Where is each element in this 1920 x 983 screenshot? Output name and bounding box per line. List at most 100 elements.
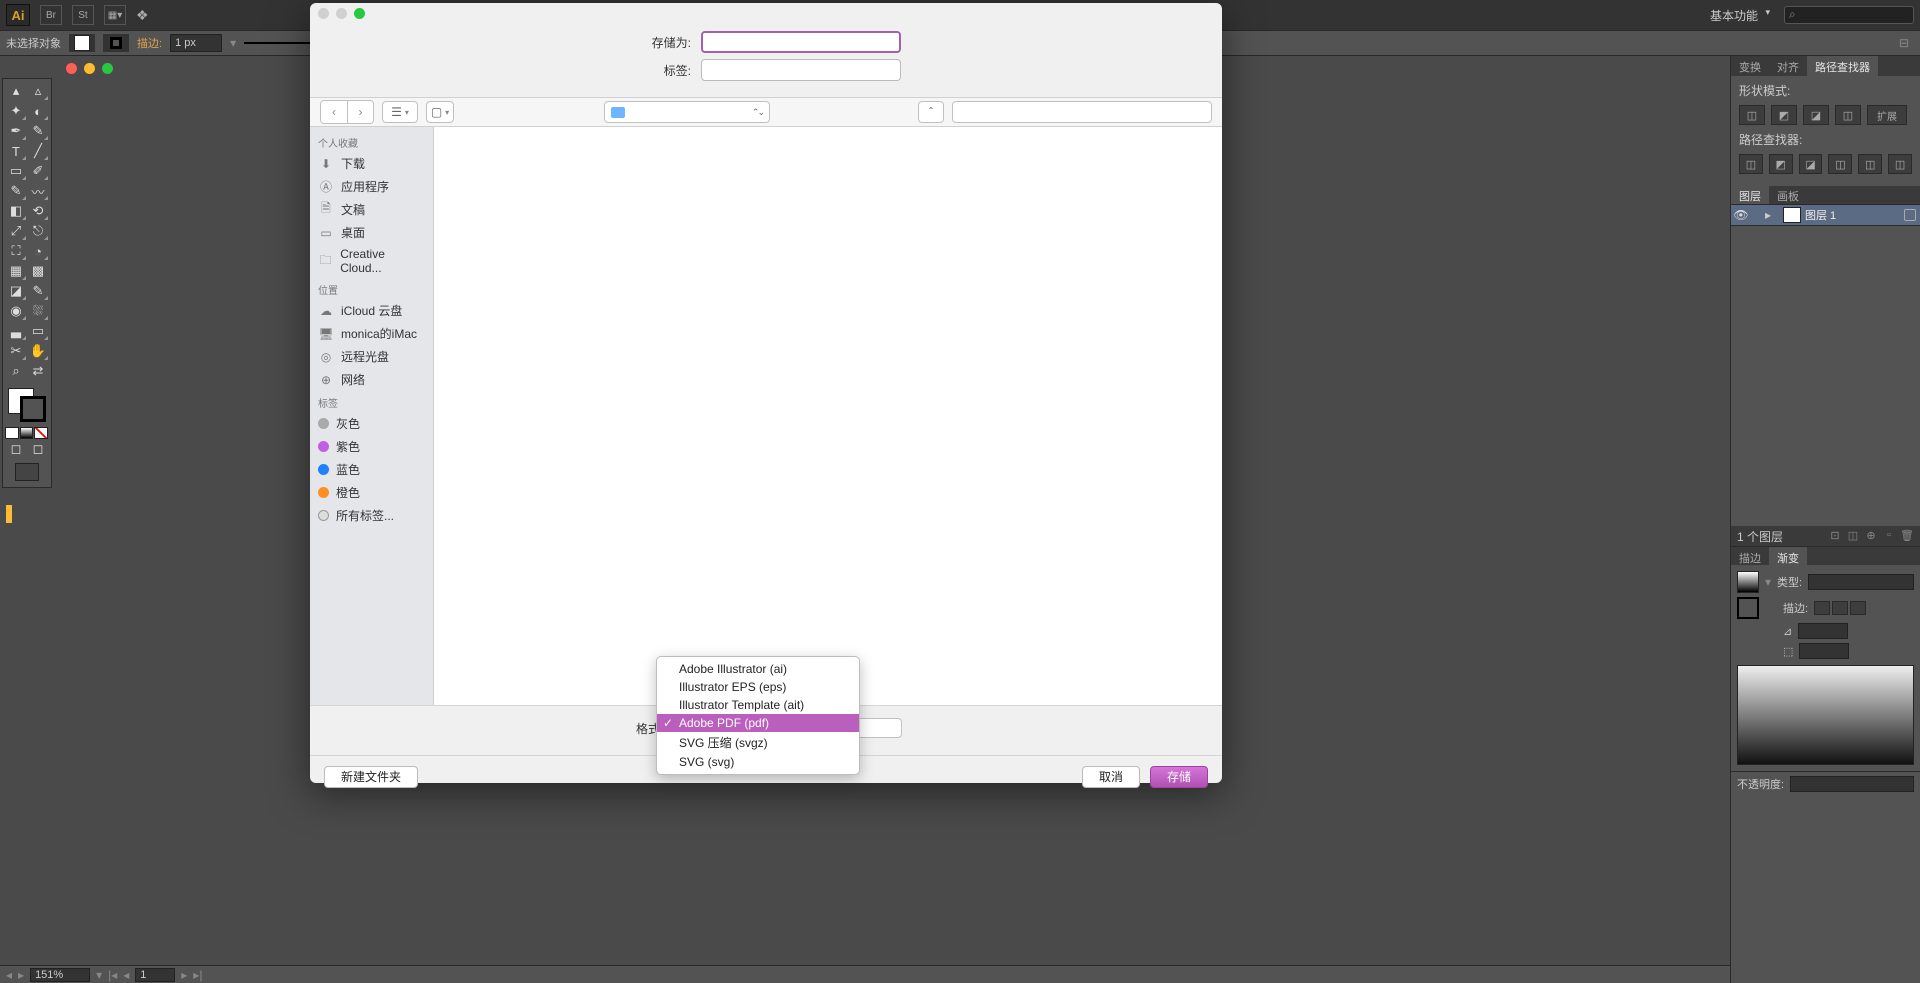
- format-option-pdf[interactable]: Adobe PDF (pdf): [657, 714, 859, 732]
- free-transform-tool[interactable]: ⛶: [5, 241, 27, 261]
- stroke-across-icon[interactable]: [1832, 601, 1848, 615]
- delete-layer-icon[interactable]: 🗑: [1900, 529, 1914, 543]
- draw-behind[interactable]: ◻: [27, 439, 49, 459]
- gradient-ramp[interactable]: [1737, 665, 1914, 765]
- controlbar-collapse[interactable]: ⊟: [1894, 36, 1914, 50]
- sidebar-item-downloads[interactable]: ⬇下载: [310, 152, 433, 175]
- unite-button[interactable]: ◫: [1739, 105, 1765, 125]
- outline-button[interactable]: ◫: [1858, 154, 1882, 174]
- dialog-minimize-icon[interactable]: [336, 8, 347, 19]
- shape-builder-tool[interactable]: ◔: [27, 241, 49, 261]
- dialog-maximize-icon[interactable]: [354, 8, 365, 19]
- sidebar-tag-gray[interactable]: 灰色: [310, 412, 433, 435]
- eraser-tool[interactable]: ◧: [5, 201, 27, 221]
- last-artboard-icon[interactable]: ▸|: [193, 968, 202, 982]
- prev-artboard-icon[interactable]: ◂: [123, 968, 129, 982]
- tab-transform[interactable]: 变换: [1731, 56, 1769, 76]
- sidebar-tag-purple[interactable]: 紫色: [310, 435, 433, 458]
- rectangle-tool[interactable]: ▭: [5, 161, 27, 181]
- draw-normal[interactable]: ◻: [5, 439, 27, 459]
- dialog-search-input[interactable]: [952, 101, 1212, 123]
- format-option-svg[interactable]: SVG (svg): [657, 753, 859, 771]
- sidebar-item-creative-cloud[interactable]: 🗀Creative Cloud...: [310, 244, 433, 278]
- tab-artboards[interactable]: 画板: [1769, 186, 1807, 204]
- blend-tool[interactable]: ◉: [5, 301, 27, 321]
- new-layer-icon[interactable]: ▫: [1882, 529, 1896, 543]
- paintbrush-tool[interactable]: ✐: [27, 161, 49, 181]
- eyedropper-tool[interactable]: ✎: [27, 281, 49, 301]
- minimize-document-icon[interactable]: [84, 63, 95, 74]
- sidebar-tag-blue[interactable]: 蓝色: [310, 458, 433, 481]
- color-mode-gradient[interactable]: [20, 427, 34, 439]
- view-mode-button[interactable]: ☰: [382, 101, 418, 123]
- artboard-nav-input[interactable]: [135, 968, 175, 982]
- save-button[interactable]: 存储: [1150, 766, 1208, 788]
- cancel-button[interactable]: 取消: [1082, 766, 1140, 788]
- trim-button[interactable]: ◩: [1769, 154, 1793, 174]
- close-document-icon[interactable]: [66, 63, 77, 74]
- direct-selection-tool[interactable]: ▵: [27, 81, 49, 101]
- hand-tool[interactable]: ✋: [27, 341, 49, 361]
- minus-back-button[interactable]: ◫: [1888, 154, 1912, 174]
- screen-mode[interactable]: [15, 463, 39, 481]
- collapse-browser-button[interactable]: ˆ: [918, 101, 944, 123]
- pencil-tool[interactable]: ✎: [5, 181, 27, 201]
- tab-layers[interactable]: 图层: [1731, 186, 1769, 204]
- layer-expand-icon[interactable]: ▸: [1765, 208, 1779, 222]
- dialog-close-icon[interactable]: [318, 8, 329, 19]
- first-artboard-icon[interactable]: |◂: [108, 968, 117, 982]
- minus-front-button[interactable]: ◩: [1771, 105, 1797, 125]
- sidebar-tag-all[interactable]: 所有标签...: [310, 504, 433, 527]
- menu-icon-st[interactable]: St: [72, 5, 94, 25]
- sidebar-item-applications[interactable]: Ⓐ应用程序: [310, 175, 433, 198]
- gradient-tool[interactable]: ◪: [5, 281, 27, 301]
- sidebar-item-icloud[interactable]: ☁iCloud 云盘: [310, 299, 433, 322]
- format-option-ait[interactable]: Illustrator Template (ait): [657, 696, 859, 714]
- stroke-color[interactable]: [20, 396, 46, 422]
- nav-forward-button[interactable]: ›: [347, 101, 373, 123]
- next-artboard-icon[interactable]: ▸: [181, 968, 187, 982]
- intersect-button[interactable]: ◪: [1803, 105, 1829, 125]
- selection-tool[interactable]: ▴: [5, 81, 27, 101]
- save-as-input[interactable]: [701, 31, 901, 53]
- tab-gradient[interactable]: 渐变: [1769, 547, 1807, 565]
- pen-tool[interactable]: ✒: [5, 121, 27, 141]
- type-tool[interactable]: T: [5, 141, 27, 161]
- stroke-swatch[interactable]: [103, 34, 129, 52]
- format-option-svgz[interactable]: SVG 压缩 (svgz): [657, 732, 859, 753]
- line-tool[interactable]: ╱: [27, 141, 49, 161]
- menu-icon-br[interactable]: Br: [40, 5, 62, 25]
- curvature-tool[interactable]: ✎: [27, 121, 49, 141]
- layer-row-1[interactable]: 👁 ▸ 图层 1: [1731, 204, 1920, 226]
- opacity-input[interactable]: [1790, 776, 1914, 792]
- group-by-button[interactable]: ▢: [426, 101, 454, 123]
- sidebar-tag-orange[interactable]: 橙色: [310, 481, 433, 504]
- slice-tool[interactable]: ✂: [5, 341, 27, 361]
- lasso-tool[interactable]: ◐: [27, 101, 49, 121]
- sidebar-item-imac[interactable]: 🖥monica的iMac: [310, 322, 433, 345]
- color-mode-none[interactable]: [34, 427, 48, 439]
- zoom-input[interactable]: [30, 968, 90, 982]
- tab-align[interactable]: 对齐: [1769, 56, 1807, 76]
- stroke-within-icon[interactable]: [1850, 601, 1866, 615]
- mesh-tool[interactable]: ▩: [27, 261, 49, 281]
- column-graph-tool[interactable]: ▃: [5, 321, 27, 341]
- make-clipping-icon[interactable]: ◫: [1846, 529, 1860, 543]
- menu-icon-zoom[interactable]: ❖: [136, 7, 149, 24]
- layer-name[interactable]: 图层 1: [1805, 207, 1904, 223]
- layer-target-icon[interactable]: [1904, 209, 1916, 221]
- crop-button[interactable]: ◫: [1828, 154, 1852, 174]
- new-folder-button[interactable]: 新建文件夹: [324, 766, 418, 788]
- next-view-icon[interactable]: ▸: [18, 968, 24, 982]
- help-search-input[interactable]: [1784, 6, 1914, 24]
- tab-pathfinder[interactable]: 路径查找器: [1807, 56, 1878, 76]
- merge-button[interactable]: ◪: [1799, 154, 1823, 174]
- gradient-stroke-swatch[interactable]: [1737, 597, 1759, 619]
- menu-icon-layout[interactable]: ▦▾: [104, 5, 126, 25]
- gradient-type-dropdown[interactable]: [1808, 574, 1914, 590]
- scale-tool[interactable]: ⤢: [5, 221, 27, 241]
- gradient-aspect-input[interactable]: [1799, 643, 1849, 659]
- stroke-along-icon[interactable]: [1814, 601, 1830, 615]
- width-tool[interactable]: ⎋: [27, 221, 49, 241]
- expand-button[interactable]: 扩展: [1867, 105, 1907, 125]
